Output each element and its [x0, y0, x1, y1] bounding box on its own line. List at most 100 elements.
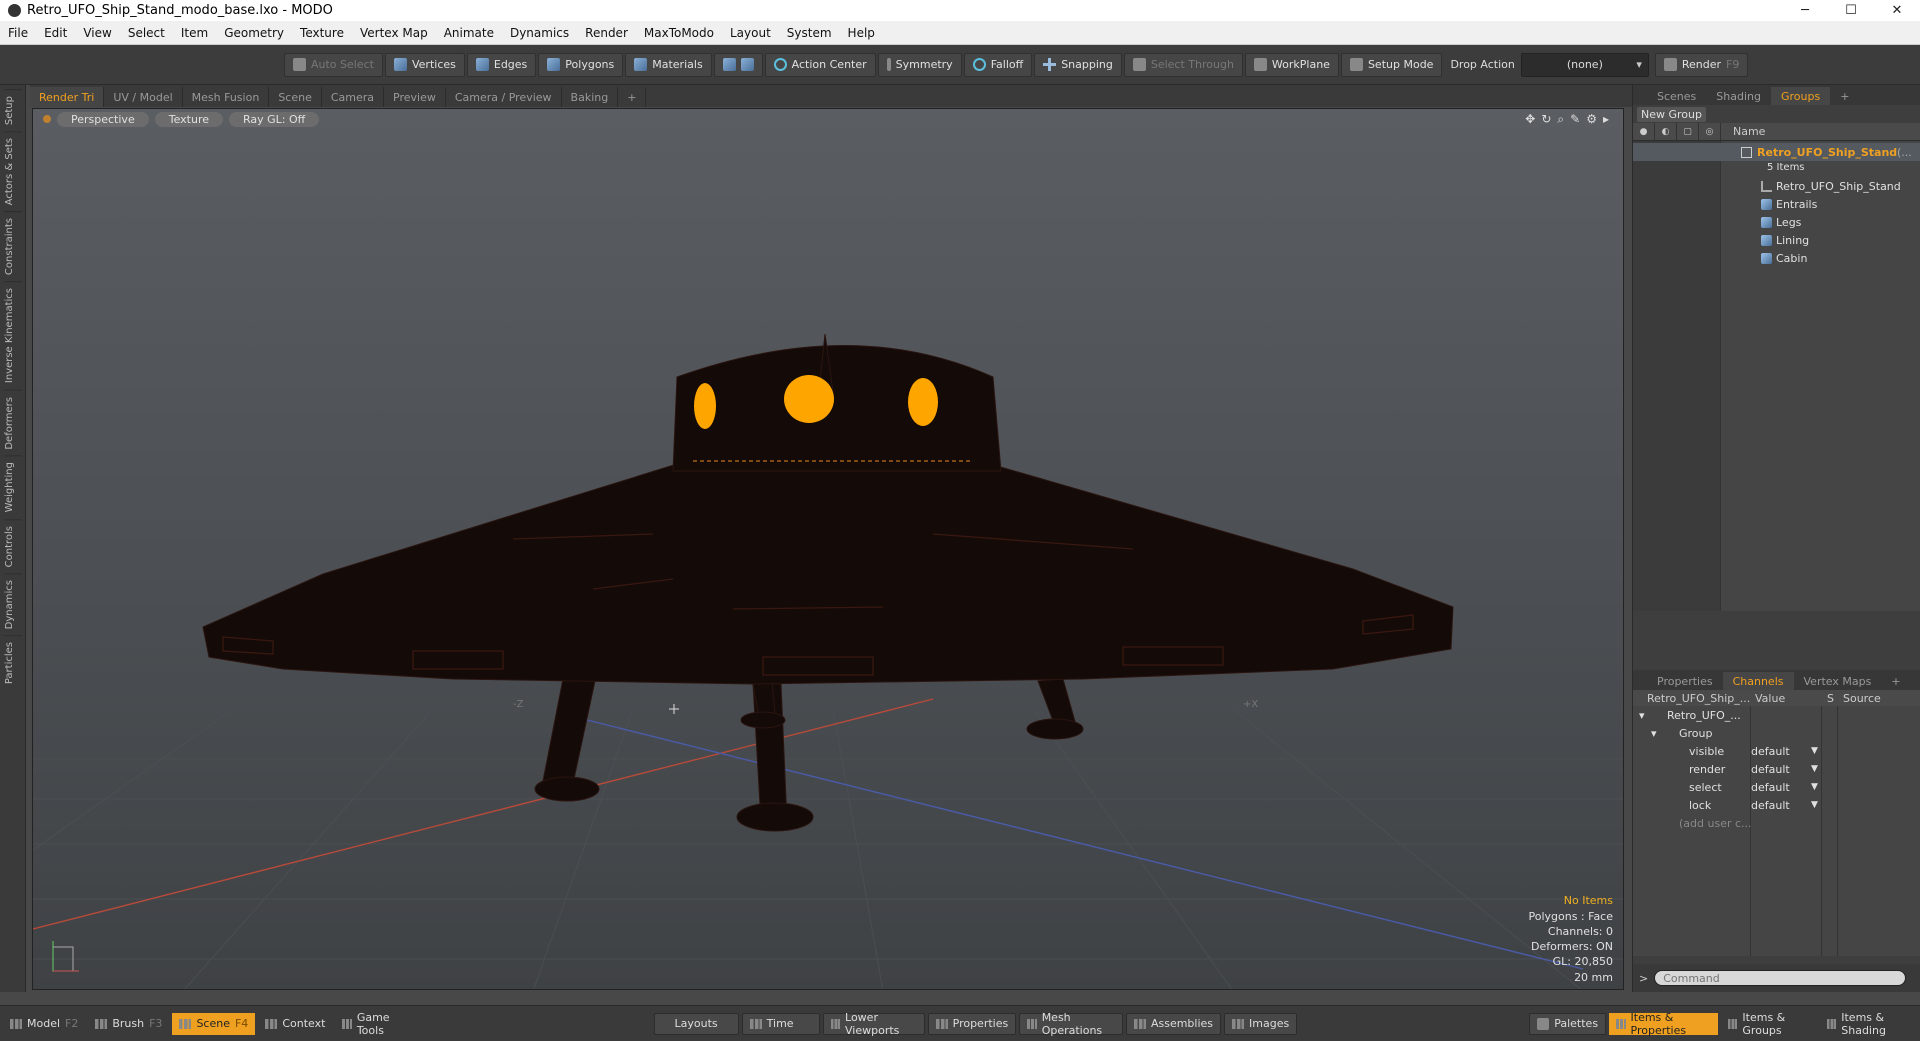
visible-dropdown-icon[interactable]: ▼ — [1811, 746, 1818, 756]
model-layout-button[interactable]: Model F2 — [3, 1013, 85, 1035]
properties-button[interactable]: Properties — [927, 1012, 1017, 1035]
tree-row-entrails[interactable]: Entrails — [1633, 195, 1920, 213]
channel-group-row[interactable]: ▾ Group — [1633, 724, 1920, 742]
tab-controls[interactable]: Controls — [4, 518, 22, 573]
scene-layout-button[interactable]: Scene F4 — [172, 1012, 256, 1035]
menu-file[interactable]: File — [0, 26, 36, 40]
tree-row-lining[interactable]: Lining — [1633, 231, 1920, 249]
tab-constraints[interactable]: Constraints — [4, 211, 22, 282]
lower-viewports-button[interactable]: Lower Viewports — [822, 1011, 925, 1037]
close-button[interactable]: ✕ — [1874, 0, 1920, 21]
lock-col-icon[interactable]: ▢ — [1677, 123, 1699, 140]
rotate-icon[interactable]: ↻ — [1541, 112, 1551, 127]
vertices-button[interactable]: Vertices — [384, 52, 465, 77]
setup-mode-button[interactable]: Setup Mode — [1340, 52, 1443, 77]
images-button[interactable]: Images — [1224, 1012, 1298, 1035]
brush-icon[interactable]: ✎ — [1570, 112, 1580, 127]
viewport-options-icon[interactable] — [43, 115, 51, 123]
auto-select-button[interactable]: Auto Select — [284, 52, 383, 77]
layouts-button[interactable]: Layouts — [653, 1012, 739, 1035]
tab-camera-preview[interactable]: Camera / Preview — [446, 87, 562, 107]
select-col-icon[interactable]: ◎ — [1699, 123, 1721, 140]
channel-row-visible[interactable]: visible default ▼ — [1633, 742, 1920, 760]
tab-render-tri[interactable]: Render Tri — [30, 87, 105, 107]
menu-dynamics[interactable]: Dynamics — [502, 26, 577, 40]
items-groups-button[interactable]: Items & Groups — [1721, 1011, 1817, 1037]
add-panel-tab-button[interactable]: + — [1830, 87, 1859, 105]
3d-viewport[interactable]: Perspective Texture Ray GL: Off ✥ ↻ ⌕ ✎ … — [32, 108, 1624, 990]
items-shading-button[interactable]: Items & Shading — [1820, 1011, 1920, 1037]
tab-shading[interactable]: Shading — [1706, 87, 1771, 105]
tab-particles[interactable]: Particles — [4, 635, 22, 691]
channel-item-row[interactable]: ▾ Retro_UFO_... — [1633, 706, 1920, 724]
materials-button[interactable]: Materials — [625, 52, 712, 77]
viewport-arrow-icon[interactable]: ▸ — [1603, 112, 1609, 127]
tab-mesh-fusion[interactable]: Mesh Fusion — [183, 87, 270, 107]
zoom-icon[interactable]: ⌕ — [1557, 112, 1564, 127]
falloff-button[interactable]: Falloff — [963, 52, 1033, 77]
tab-vertex-maps[interactable]: Vertex Maps — [1794, 672, 1882, 690]
menu-layout[interactable]: Layout — [722, 26, 779, 40]
lock-dropdown-icon[interactable]: ▼ — [1811, 800, 1818, 810]
item-mode-button[interactable] — [713, 52, 763, 77]
menu-animate[interactable]: Animate — [436, 26, 502, 40]
mesh-operations-button[interactable]: Mesh Operations — [1019, 1011, 1123, 1037]
maximize-button[interactable]: ☐ — [1828, 0, 1874, 21]
brush-layout-button[interactable]: Brush F3 — [88, 1013, 169, 1035]
menu-item[interactable]: Item — [173, 26, 216, 40]
menu-edit[interactable]: Edit — [36, 26, 75, 40]
tree-row-cabin[interactable]: Cabin — [1633, 249, 1920, 267]
edges-button[interactable]: Edges — [466, 52, 537, 77]
menu-view[interactable]: View — [75, 26, 119, 40]
pan-icon[interactable]: ✥ — [1525, 112, 1535, 127]
render-col-icon[interactable]: ◐ — [1655, 123, 1677, 140]
assemblies-button[interactable]: Assemblies — [1125, 1012, 1222, 1035]
add-channel-tab-button[interactable]: + — [1881, 672, 1910, 690]
context-layout-button[interactable]: Context — [258, 1013, 332, 1035]
render-button[interactable]: Render F9 — [1654, 52, 1749, 77]
menu-help[interactable]: Help — [840, 26, 883, 40]
tab-actors-sets[interactable]: Actors & Sets — [4, 131, 22, 212]
menu-maxtomodo[interactable]: MaxToModo — [636, 26, 722, 40]
menu-render[interactable]: Render — [577, 26, 636, 40]
viewport-gear-icon[interactable]: ⚙ — [1586, 112, 1597, 127]
channel-row-select[interactable]: select default ▼ — [1633, 778, 1920, 796]
tab-deformers[interactable]: Deformers — [4, 389, 22, 456]
menu-texture[interactable]: Texture — [292, 26, 352, 40]
palettes-button[interactable]: Palettes — [1529, 1012, 1607, 1035]
tab-uv-model[interactable]: UV / Model — [104, 87, 183, 107]
tree-row-locator[interactable]: Retro_UFO_Ship_Stand — [1633, 177, 1920, 195]
tab-camera[interactable]: Camera — [322, 87, 385, 107]
add-user-channel-row[interactable]: (add user c... — [1633, 814, 1920, 832]
tab-groups[interactable]: Groups — [1770, 87, 1831, 105]
menu-system[interactable]: System — [779, 26, 840, 40]
tab-scenes[interactable]: Scenes — [1647, 87, 1706, 105]
tab-weighting[interactable]: Weighting — [4, 455, 22, 519]
tab-channels[interactable]: Channels — [1722, 672, 1794, 690]
tab-inverse-kinematics[interactable]: Inverse Kinematics — [4, 281, 22, 390]
menu-vertex-map[interactable]: Vertex Map — [352, 26, 436, 40]
visibility-eye-icon[interactable]: ● — [1633, 123, 1655, 140]
items-properties-button[interactable]: Items & Properties — [1609, 1011, 1718, 1037]
texture-button[interactable]: Texture — [154, 111, 223, 127]
tab-properties[interactable]: Properties — [1647, 672, 1723, 690]
tab-dynamics[interactable]: Dynamics — [4, 572, 22, 636]
new-group-button[interactable]: New Group — [1637, 106, 1706, 122]
game-tools-layout-button[interactable]: Game Tools — [335, 1011, 413, 1037]
select-through-button[interactable]: Select Through — [1123, 52, 1243, 77]
render-dropdown-icon[interactable]: ▼ — [1811, 764, 1818, 774]
time-button[interactable]: Time — [741, 1012, 820, 1035]
perspective-button[interactable]: Perspective — [57, 111, 149, 127]
tab-baking[interactable]: Baking — [562, 87, 619, 107]
channel-row-lock[interactable]: lock default ▼ — [1633, 796, 1920, 814]
snapping-button[interactable]: Snapping — [1034, 52, 1122, 77]
command-input[interactable] — [1654, 970, 1907, 986]
menu-select[interactable]: Select — [120, 26, 173, 40]
tab-preview[interactable]: Preview — [384, 87, 446, 107]
workplane-button[interactable]: WorkPlane — [1244, 52, 1339, 77]
symmetry-button[interactable]: Symmetry — [877, 52, 962, 77]
select-dropdown-icon[interactable]: ▼ — [1811, 782, 1818, 792]
menu-geometry[interactable]: Geometry — [216, 26, 292, 40]
tab-scene[interactable]: Scene — [269, 87, 322, 107]
tab-setup[interactable]: Setup — [4, 89, 22, 132]
